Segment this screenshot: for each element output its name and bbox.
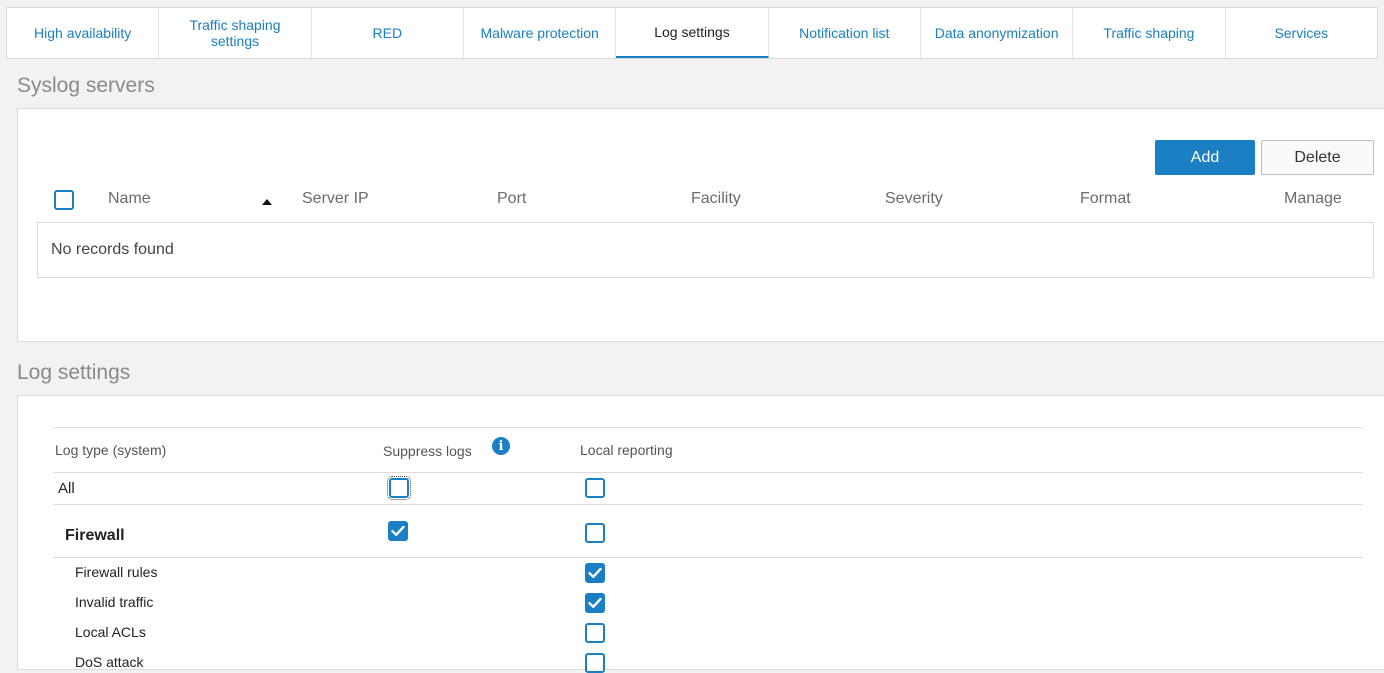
tab-high-availability[interactable]: High availability — [7, 8, 160, 58]
suppress-all-checkbox[interactable] — [387, 476, 411, 500]
local-reporting-dos-attack-checkbox[interactable] — [585, 653, 605, 673]
empty-state-text: No records found — [51, 241, 174, 258]
info-icon[interactable]: i — [492, 437, 510, 455]
tab-red[interactable]: RED — [312, 8, 464, 58]
select-all-checkbox[interactable] — [54, 190, 74, 210]
check-icon — [588, 597, 602, 608]
row-dos-attack-label: DoS attack — [75, 654, 144, 670]
group-firewall-label: Firewall — [65, 527, 125, 544]
divider — [53, 427, 1363, 428]
local-reporting-local-acls-checkbox[interactable] — [585, 623, 605, 643]
local-reporting-all-checkbox[interactable] — [585, 478, 605, 498]
add-button[interactable]: Add — [1155, 140, 1255, 175]
local-reporting-firewall-rules-checkbox[interactable] — [585, 563, 605, 583]
row-all-label: All — [58, 480, 75, 497]
delete-button[interactable]: Delete — [1261, 140, 1374, 175]
row-local-acls-label: Local ACLs — [75, 624, 146, 640]
tab-notification-list[interactable]: Notification list — [769, 8, 921, 58]
row-invalid-traffic-label: Invalid traffic — [75, 594, 154, 610]
syslog-table-header: Name Server IP Port Facility Severity Fo… — [37, 184, 1374, 216]
empty-state-row: No records found — [37, 222, 1374, 278]
tab-bar: High availability Traffic shaping settin… — [6, 7, 1378, 59]
column-name[interactable]: Name — [108, 190, 151, 208]
divider — [53, 504, 1363, 505]
column-manage: Manage — [1284, 190, 1342, 207]
sort-ascending-icon[interactable] — [262, 199, 272, 205]
divider — [53, 472, 1363, 473]
tab-services[interactable]: Services — [1226, 8, 1377, 58]
header-log-type: Log type (system) — [55, 442, 167, 458]
local-reporting-firewall-checkbox[interactable] — [585, 523, 605, 543]
column-format[interactable]: Format — [1080, 190, 1131, 208]
suppress-firewall-checkbox[interactable] — [388, 521, 408, 541]
log-settings-title: Log settings — [17, 361, 131, 384]
column-facility[interactable]: Facility — [691, 190, 741, 208]
header-local-reporting: Local reporting — [580, 442, 673, 458]
syslog-servers-panel: Add Delete Name Server IP Port Facility … — [17, 108, 1384, 342]
divider — [53, 557, 1363, 558]
tab-data-anonymization[interactable]: Data anonymization — [921, 8, 1074, 58]
tab-traffic-shaping-settings[interactable]: Traffic shaping settings — [159, 8, 312, 58]
column-severity[interactable]: Severity — [885, 190, 943, 208]
check-icon — [391, 525, 405, 536]
check-icon — [588, 567, 602, 578]
local-reporting-invalid-traffic-checkbox[interactable] — [585, 593, 605, 613]
column-port[interactable]: Port — [497, 190, 526, 208]
header-suppress-logs: Suppress logs — [383, 443, 472, 459]
row-firewall-rules-label: Firewall rules — [75, 564, 158, 580]
column-server-ip[interactable]: Server IP — [302, 190, 369, 208]
tab-malware-protection[interactable]: Malware protection — [464, 8, 617, 58]
syslog-servers-title: Syslog servers — [17, 74, 155, 97]
tab-traffic-shaping[interactable]: Traffic shaping — [1073, 8, 1226, 58]
tab-log-settings[interactable]: Log settings — [616, 8, 769, 58]
log-settings-panel: Log type (system) Suppress logs i Local … — [17, 395, 1384, 673]
